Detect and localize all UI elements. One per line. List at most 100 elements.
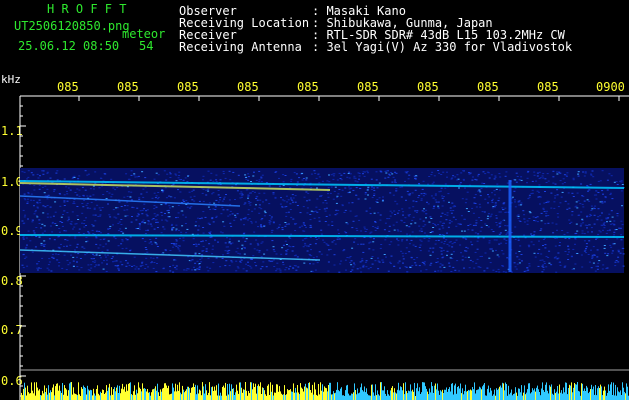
noise-pixel <box>555 256 557 258</box>
noise-pixel <box>338 172 341 174</box>
noise-pixel <box>572 248 575 250</box>
level-bar <box>209 382 210 400</box>
noise-pixel <box>428 221 431 223</box>
noise-pixel <box>601 212 603 214</box>
level-bar <box>277 384 278 400</box>
noise-pixel <box>388 230 391 232</box>
level-bar <box>613 382 614 400</box>
level-bar <box>240 382 241 400</box>
noise-pixel <box>540 228 543 230</box>
noise-pixel <box>499 232 502 234</box>
noise-pixel <box>614 265 617 267</box>
noise-pixel <box>562 178 565 180</box>
noise-pixel <box>112 224 114 226</box>
noise-pixel <box>447 193 450 195</box>
noise-pixel <box>401 239 404 241</box>
noise-pixel <box>60 243 62 245</box>
noise-pixel <box>165 197 168 199</box>
noise-pixel <box>92 214 95 216</box>
level-bar <box>310 390 311 400</box>
level-bar <box>292 391 293 400</box>
noise-pixel <box>245 270 248 272</box>
noise-pixel <box>475 222 478 224</box>
noise-pixel <box>104 173 107 175</box>
noise-pixel <box>175 174 178 176</box>
noise-pixel <box>273 266 276 267</box>
noise-pixel <box>373 212 376 214</box>
noise-pixel <box>254 221 257 223</box>
noise-pixel <box>389 192 392 194</box>
noise-pixel <box>206 266 209 268</box>
noise-pixel <box>348 188 351 190</box>
level-bar <box>625 393 626 400</box>
noise-pixel <box>263 215 266 217</box>
noise-pixel <box>35 227 38 228</box>
level-bar <box>430 392 431 400</box>
noise-pixel <box>47 269 50 271</box>
noise-pixel <box>617 256 620 258</box>
noise-pixel <box>483 270 486 272</box>
noise-pixel <box>171 228 173 230</box>
noise-pixel <box>514 206 517 208</box>
level-bar <box>80 396 81 400</box>
level-bar <box>196 394 197 400</box>
noise-pixel <box>244 217 247 219</box>
noise-pixel <box>222 170 225 172</box>
noise-pixel <box>223 198 225 200</box>
noise-pixel <box>225 260 228 262</box>
noise-pixel <box>530 241 533 243</box>
level-bar <box>470 389 471 400</box>
noise-pixel <box>136 207 139 209</box>
level-bar <box>137 393 138 400</box>
noise-pixel <box>206 189 209 191</box>
noise-pixel <box>121 248 124 250</box>
noise-pixel <box>448 245 451 247</box>
noise-pixel <box>217 241 219 243</box>
noise-pixel <box>603 201 606 203</box>
noise-pixel <box>363 175 366 177</box>
level-bar <box>379 395 380 400</box>
noise-pixel <box>42 173 45 175</box>
noise-pixel <box>489 216 492 218</box>
noise-pixel <box>461 255 464 257</box>
level-bar <box>153 389 154 400</box>
noise-pixel <box>471 261 474 263</box>
noise-pixel <box>618 227 621 229</box>
noise-pixel <box>224 250 227 252</box>
level-bar <box>508 385 509 400</box>
level-bar <box>95 395 96 400</box>
noise-pixel <box>359 267 362 269</box>
noise-pixel <box>230 225 233 227</box>
noise-pixel <box>208 243 211 245</box>
noise-pixel <box>333 264 336 266</box>
noise-pixel <box>301 225 304 227</box>
noise-pixel <box>581 230 584 232</box>
noise-pixel <box>233 219 236 221</box>
noise-pixel <box>289 209 292 210</box>
noise-pixel <box>236 190 239 192</box>
noise-pixel <box>375 171 378 173</box>
noise-pixel <box>95 243 98 245</box>
level-bar <box>204 393 205 400</box>
noise-pixel <box>202 211 205 213</box>
noise-pixel <box>40 227 43 229</box>
noise-pixel <box>33 205 35 207</box>
noise-pixel <box>477 173 480 175</box>
level-bar <box>140 388 141 400</box>
noise-pixel <box>301 239 304 241</box>
noise-pixel <box>395 188 398 190</box>
noise-pixel <box>370 188 373 190</box>
noise-pixel <box>147 266 149 268</box>
noise-pixel <box>440 241 443 243</box>
noise-pixel <box>505 171 508 173</box>
noise-pixel <box>239 253 242 255</box>
noise-pixel <box>124 205 126 207</box>
noise-pixel <box>163 228 166 230</box>
level-bar <box>96 389 97 400</box>
level-bar <box>463 394 464 400</box>
noise-pixel <box>579 203 582 205</box>
noise-pixel <box>245 178 248 180</box>
noise-pixel <box>101 262 104 264</box>
level-bar <box>50 390 51 400</box>
noise-pixel <box>228 241 231 243</box>
